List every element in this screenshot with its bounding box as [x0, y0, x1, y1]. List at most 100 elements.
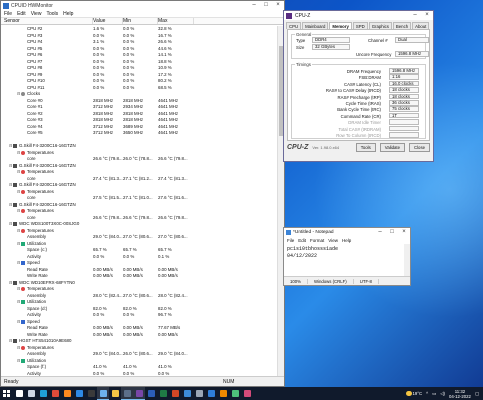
menu-view[interactable]: View [31, 11, 42, 17]
timing-label: CAS# Latency (CL) [343, 81, 381, 87]
taskbar-button[interactable] [145, 387, 157, 400]
channel-label: Channel # [368, 38, 388, 43]
notepad-status-bar: 100% Windows (CRLF) UTF-8 [284, 276, 410, 285]
temp-icon [21, 345, 25, 350]
vlc-icon [219, 390, 227, 397]
timing-label: RAS# Precharge (tRP) [337, 94, 381, 100]
menu-format[interactable]: Format [310, 238, 324, 243]
hwmonitor-titlebar[interactable]: CPUID HWMonitor – □ × [1, 1, 284, 10]
timing-label: Command Rate (CR) [340, 113, 381, 119]
menu-file[interactable]: File [4, 11, 12, 17]
taskbar-button[interactable] [217, 387, 229, 400]
weather-widget[interactable]: 19°C [405, 390, 423, 397]
edge-icon [39, 390, 47, 397]
system-tray: 19°C ^ ▭ ◁) 11:32 04-12-2022 ▢ [405, 389, 483, 399]
type-value: DDR4 [312, 37, 350, 43]
network-icon[interactable]: ▭ [432, 391, 436, 397]
menu-view[interactable]: View [328, 238, 338, 243]
minimize-button[interactable]: – [374, 228, 386, 237]
notification-icon[interactable]: ▢ [475, 391, 479, 397]
cpuz-titlebar[interactable]: CPU-Z – × [284, 11, 433, 20]
taskbar-button[interactable] [121, 387, 133, 400]
timing-value: 18 clocks [389, 87, 419, 93]
maximize-button[interactable]: □ [260, 1, 272, 10]
timing-label: Cycle Time (tRAS) [345, 101, 381, 106]
timings-group-label: Timings [295, 62, 312, 67]
column-sensor[interactable]: Sensor [1, 18, 93, 24]
taskbar-button[interactable] [13, 387, 25, 400]
temp-icon [21, 170, 25, 175]
close-button[interactable]: × [272, 1, 284, 10]
timing-value: 1T [389, 112, 419, 119]
text-line: 04/12/2022 [287, 253, 318, 259]
tab-spd[interactable]: SPD [352, 22, 368, 29]
column-max[interactable]: Max [158, 18, 194, 24]
notepad-window[interactable]: *Untitled - Notepad – □ × File Edit Form… [283, 227, 411, 286]
taskbar-button[interactable] [181, 387, 193, 400]
tab-graphics[interactable]: Graphics [368, 22, 392, 29]
timing-label: FSB:DRAM [358, 75, 381, 81]
hwmonitor-icon [123, 389, 131, 397]
taskbar-button[interactable] [157, 387, 169, 400]
hwmonitor-menubar: File Edit View Tools Help [1, 10, 284, 17]
timing-value: 75 clocks [389, 106, 419, 112]
timing-label: RAS# to CAS# Delay (tRCD) [325, 88, 381, 94]
cpuz-window[interactable]: CPU-Z – × CPU Mainboard Memory SPD Graph… [283, 10, 434, 162]
close-app-button[interactable]: Close [409, 142, 430, 152]
hwmonitor-app-icon [3, 2, 9, 9]
util-icon [21, 300, 25, 305]
temp-icon [21, 228, 25, 233]
tools-button[interactable]: Tools [355, 142, 376, 152]
chevron-up-icon[interactable]: ^ [426, 391, 428, 396]
notepad-text-area[interactable]: pc1s10tbhosss1ade 04/12/2022 [284, 244, 404, 276]
validate-button[interactable]: Validate [379, 142, 405, 152]
tab-bench[interactable]: Bench [392, 22, 412, 29]
taskbar-button[interactable] [205, 387, 217, 400]
taskbar-button[interactable] [97, 387, 109, 400]
menu-edit[interactable]: Edit [298, 238, 306, 243]
close-button[interactable]: × [421, 11, 433, 20]
tab-mainboard[interactable]: Mainboard [302, 22, 329, 29]
util-icon [21, 241, 25, 246]
notepad-titlebar[interactable]: *Untitled - Notepad – □ × [284, 228, 410, 237]
clock[interactable]: 11:32 04-12-2022 [449, 389, 471, 399]
type-label: Type [296, 38, 306, 43]
menu-help[interactable]: Help [342, 238, 351, 243]
taskbar-button[interactable] [109, 387, 121, 400]
hwmonitor-window[interactable]: CPUID HWMonitor – □ × File Edit View Too… [0, 0, 285, 387]
menu-file[interactable]: File [287, 238, 294, 243]
menu-tools[interactable]: Tools [46, 11, 58, 17]
menu-edit[interactable]: Edit [17, 11, 26, 17]
weather-temp: 19°C [412, 390, 423, 396]
start-button[interactable] [0, 387, 13, 400]
taskbar-button[interactable] [61, 387, 73, 400]
taskbar-button[interactable] [229, 387, 241, 400]
minimize-button[interactable]: – [248, 1, 260, 10]
taskbar-button[interactable] [85, 387, 97, 400]
taskbar-button[interactable] [49, 387, 61, 400]
vertical-scrollbar[interactable] [404, 244, 410, 276]
column-value[interactable]: Value [93, 18, 123, 24]
tab-about[interactable]: About [412, 22, 430, 29]
taskbar-button[interactable] [193, 387, 205, 400]
volume-icon[interactable]: ◁) [440, 391, 445, 397]
taskbar-button[interactable] [241, 387, 253, 400]
taskbar-button[interactable] [25, 387, 37, 400]
column-min[interactable]: Min [123, 18, 158, 24]
taskbar-button[interactable] [37, 387, 49, 400]
close-button[interactable]: × [398, 228, 410, 237]
channel-value: Dual [395, 37, 429, 43]
timing-label: Bank Cycle Time (tRC) [337, 107, 381, 113]
taskbar-button[interactable] [73, 387, 85, 400]
notepad-menubar: File Edit Format View Help [284, 237, 410, 244]
taskbar-button[interactable] [133, 387, 145, 400]
sensor-tree[interactable]: CPU #2 1.6 % 0.0 % 32.8 % CPU #3 0.0 % 0.0 % 16… [1, 26, 277, 376]
minimize-button[interactable]: – [409, 11, 421, 20]
menu-help[interactable]: Help [63, 11, 73, 17]
tab-cpu[interactable]: CPU [286, 22, 302, 29]
spd-icon [21, 319, 25, 324]
column-header: Sensor Value Min Max [1, 17, 284, 25]
tab-memory[interactable]: Memory [329, 22, 352, 29]
taskbar-button[interactable] [169, 387, 181, 400]
maximize-button[interactable]: □ [386, 228, 398, 237]
